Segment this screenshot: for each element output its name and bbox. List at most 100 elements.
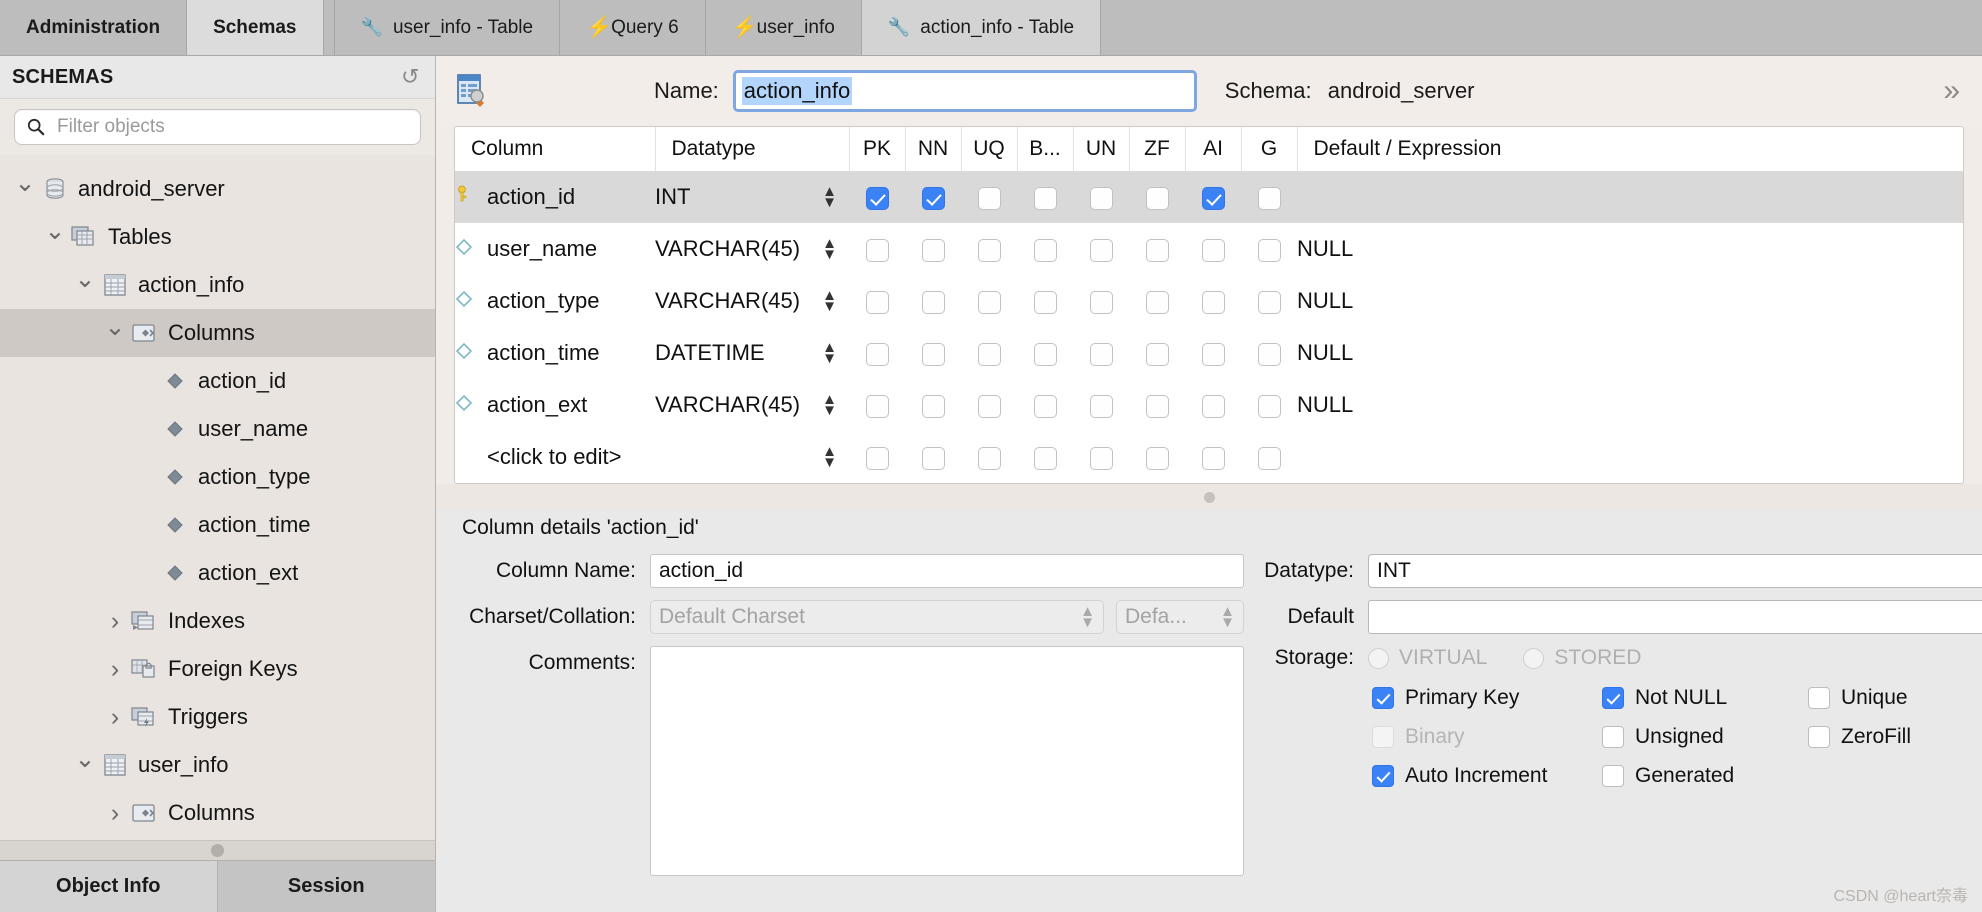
chevron-down-icon[interactable] [102,318,128,348]
cell-pk-checkbox[interactable] [849,223,905,275]
tree-item-columns[interactable]: Columns [0,789,435,837]
checkbox-un[interactable] [1089,186,1113,210]
checkbox-g[interactable] [1257,186,1281,210]
tree-item-action-info[interactable]: action_info [0,261,435,309]
checkbox-zf[interactable] [1145,342,1169,366]
cell-g-checkbox[interactable] [1241,223,1297,275]
cell-b-checkbox[interactable] [1017,223,1073,275]
tab-query-6[interactable]: ⚡ Query 6 [560,0,706,55]
checkbox-ai[interactable] [1201,290,1225,314]
checkbox-un[interactable] [1089,342,1113,366]
cell-un-checkbox[interactable] [1073,327,1129,379]
checkbox[interactable] [1808,726,1830,748]
tree-item-user-info[interactable]: user_info [0,741,435,789]
cell-un-checkbox[interactable] [1073,379,1129,431]
schema-tree[interactable]: android_server Tables action_info Columns ac… [0,155,435,840]
cell-zf-checkbox[interactable] [1129,171,1185,223]
checkbox-pk[interactable] [865,342,889,366]
search-input[interactable] [55,115,408,139]
cell-uq-checkbox[interactable] [961,223,1017,275]
cell-datatype[interactable]: INT ▲ ▼ [655,171,849,223]
stepper-icon[interactable]: ▲ ▼ [822,184,837,210]
cell-zf-checkbox[interactable] [1129,431,1185,483]
checkbox-b[interactable] [1033,186,1057,210]
cell-pk-checkbox[interactable] [849,431,905,483]
cell-uq-checkbox[interactable] [961,275,1017,327]
cell-default-expression[interactable] [1297,431,1963,483]
grid-header-ai[interactable]: AI [1185,127,1242,172]
cell-datatype[interactable]: DATETIME ▲ ▼ [655,327,849,379]
checkbox-un[interactable] [1089,394,1113,418]
tab-user-info[interactable]: ⚡ user_info [705,0,862,55]
column-name-input[interactable]: action_id [650,554,1244,588]
checkbox-zf[interactable] [1145,238,1169,262]
checkbox[interactable] [1602,726,1624,748]
checkbox-nn[interactable] [921,290,945,314]
checkbox-nn[interactable] [921,238,945,262]
grid-header-datatype[interactable]: Datatype [655,127,850,172]
tree-item-foreign-keys[interactable]: Foreign Keys [0,645,435,693]
grid-header-g[interactable]: G [1241,127,1298,172]
cell-nn-checkbox[interactable] [905,223,961,275]
cell-pk-checkbox[interactable] [849,171,905,223]
checkbox-ai[interactable] [1201,186,1225,210]
flag-unique[interactable]: Unique [1808,686,1982,710]
checkbox-pk[interactable] [865,238,889,262]
checkbox-g[interactable] [1257,342,1281,366]
cell-column-name[interactable]: action_time [455,327,655,379]
checkbox-ai[interactable] [1201,238,1225,262]
cell-zf-checkbox[interactable] [1129,379,1185,431]
cell-default-expression[interactable]: NULL [1297,275,1963,327]
stepper-icon[interactable]: ▲ ▼ [822,392,837,418]
chevron-right-icon[interactable] [102,799,128,828]
checkbox-zf[interactable] [1145,394,1169,418]
tree-item-triggers[interactable]: Triggers [0,693,435,741]
tree-item-action-time[interactable]: action_time [0,501,435,549]
cell-nn-checkbox[interactable] [905,431,961,483]
checkbox[interactable] [1372,765,1394,787]
checkbox-zf[interactable] [1145,446,1169,470]
cell-uq-checkbox[interactable] [961,379,1017,431]
checkbox-b[interactable] [1033,290,1057,314]
grid-header-un[interactable]: UN [1073,127,1130,172]
checkbox-pk[interactable] [865,186,889,210]
tree-horizontal-scrollbar[interactable] [0,840,435,860]
cell-un-checkbox[interactable] [1073,431,1129,483]
checkbox-zf[interactable] [1145,186,1169,210]
chevron-down-icon[interactable] [12,174,38,204]
checkbox-pk[interactable] [865,394,889,418]
cell-nn-checkbox[interactable] [905,171,961,223]
cell-default-expression[interactable]: NULL [1297,223,1963,275]
checkbox-uq[interactable] [977,186,1001,210]
splitter-handle[interactable] [1203,491,1215,503]
checkbox-un[interactable] [1089,290,1113,314]
cell-nn-checkbox[interactable] [905,327,961,379]
checkbox-ai[interactable] [1201,446,1225,470]
checkbox-ai[interactable] [1201,394,1225,418]
scroll-thumb[interactable] [211,844,224,857]
chevron-double-down-icon[interactable]: » [1943,76,1960,106]
checkbox-b[interactable] [1033,238,1057,262]
tree-item-action-ext[interactable]: action_ext [0,549,435,597]
radio-virtual[interactable] [1368,647,1389,669]
cell-un-checkbox[interactable] [1073,275,1129,327]
datatype-select[interactable]: INT ▲▼ [1368,554,1982,588]
collation-select[interactable]: Defa... ▲ ▼ [1116,600,1244,634]
table-row[interactable]: <click to edit> ▲ ▼ [455,431,1963,483]
cell-uq-checkbox[interactable] [961,431,1017,483]
table-row[interactable]: action_time DATETIME ▲ ▼ NULL [455,327,1963,379]
cell-zf-checkbox[interactable] [1129,327,1185,379]
checkbox-uq[interactable] [977,394,1001,418]
cell-ai-checkbox[interactable] [1185,275,1241,327]
cell-uq-checkbox[interactable] [961,327,1017,379]
cell-column-name[interactable]: user_name [455,223,655,275]
tree-item-columns[interactable]: Columns [0,309,435,357]
checkbox-b[interactable] [1033,446,1057,470]
tab-object-info[interactable]: Object Info [0,861,218,912]
checkbox-g[interactable] [1257,446,1281,470]
checkbox-b[interactable] [1033,394,1057,418]
cell-b-checkbox[interactable] [1017,171,1073,223]
cell-un-checkbox[interactable] [1073,171,1129,223]
cell-b-checkbox[interactable] [1017,431,1073,483]
checkbox-uq[interactable] [977,342,1001,366]
